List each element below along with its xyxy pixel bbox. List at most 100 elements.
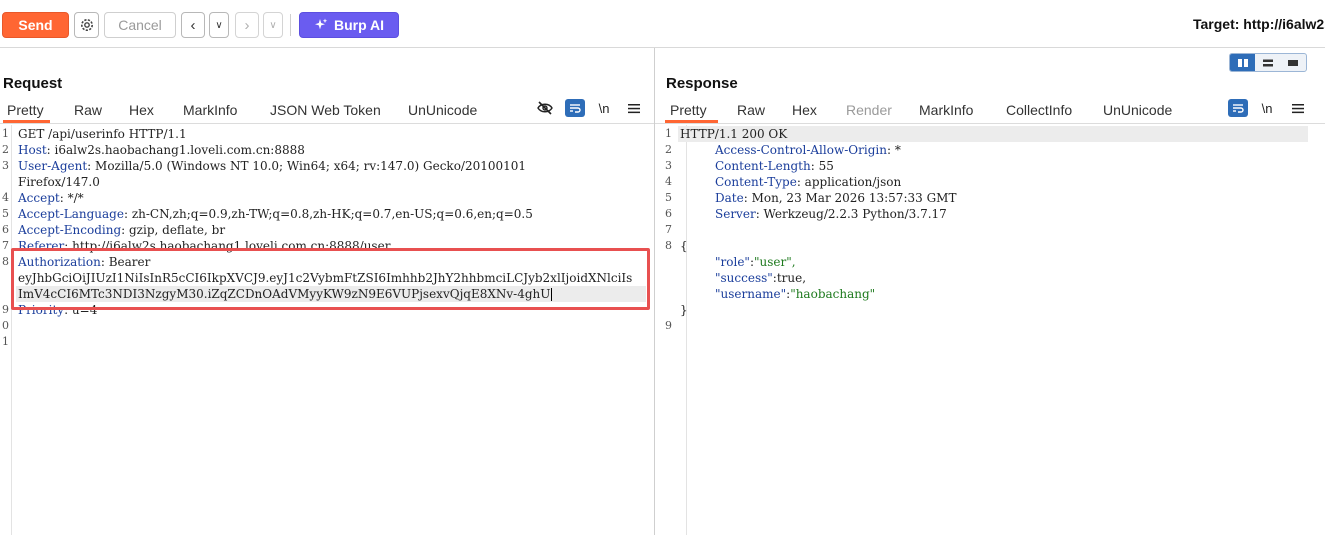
tab-ununicode[interactable]: UnUnicode	[1103, 100, 1172, 118]
line-number: 1	[2, 335, 9, 348]
json-string-value: "haobachang"	[790, 287, 876, 301]
request-editor[interactable]: 1 GET /api/userinfo HTTP/1.1 2 Host: i6alw2…	[0, 125, 654, 535]
chevron-down-icon: ∨	[215, 19, 223, 31]
gear-icon	[80, 19, 93, 31]
code-line: Date: Mon, 23 Mar 2026 13:57:33 GMT	[715, 191, 957, 205]
line-value: application/json	[804, 175, 902, 189]
cancel-button[interactable]: Cancel	[104, 12, 176, 38]
response-title: Response	[666, 75, 738, 92]
columns-icon	[1237, 58, 1248, 67]
hamburger-menu-icon	[628, 103, 640, 113]
json-key: "success"	[715, 271, 773, 285]
wrap-lines-icon	[570, 104, 581, 113]
header-name: User-Agent	[18, 159, 88, 173]
back-history-dropdown[interactable]: ∨	[209, 12, 229, 38]
tab-hex[interactable]: Hex	[129, 100, 154, 118]
chevron-right-icon: ›	[244, 16, 250, 34]
line-number: 3	[2, 159, 9, 172]
json-key: "role"	[715, 255, 750, 269]
authorization-highlight-box	[11, 248, 650, 310]
line-number: 6	[665, 207, 672, 220]
line-value: GET /api/userinfo HTTP/1.1	[18, 127, 187, 141]
tab-render[interactable]: Render	[846, 100, 892, 118]
response-editor[interactable]: 1 HTTP/1.1 200 OK 2 Access-Control-Allow-Or…	[655, 125, 1325, 535]
code-line: {	[680, 238, 688, 254]
send-button[interactable]: Send	[2, 12, 69, 38]
line-number: 1	[2, 127, 9, 140]
response-show-newlines-button[interactable]: \n	[1257, 99, 1277, 117]
header-name: Server	[715, 207, 756, 221]
layout-stacked-button[interactable]	[1255, 54, 1280, 71]
code-line: "role":"user",	[715, 255, 796, 269]
single-pane-icon	[1288, 59, 1299, 66]
toolbar: Send Cancel ‹ ∨ › ∨ Burp AI Target: http…	[0, 0, 1325, 48]
line-value: */*	[67, 191, 84, 205]
layout-toggle	[1229, 53, 1307, 72]
header-name: Access-Control-Allow-Origin	[715, 143, 887, 157]
layout-side-by-side-button[interactable]	[1230, 54, 1256, 71]
tab-raw[interactable]: Raw	[74, 100, 102, 118]
hamburger-menu-icon	[1292, 103, 1304, 113]
line-number: 9	[665, 319, 672, 332]
line-value: Firefox/147.0	[18, 175, 100, 189]
response-menu-button[interactable]	[1288, 99, 1308, 117]
toolbar-divider	[290, 14, 291, 36]
tab-markinfo[interactable]: MarkInfo	[183, 100, 237, 118]
request-tabs-rule	[0, 123, 654, 124]
line-number: 5	[2, 207, 9, 220]
response-tabs-rule	[655, 123, 1325, 124]
rows-icon	[1262, 59, 1273, 66]
line-number: 7	[665, 223, 672, 236]
line-number: 6	[2, 223, 9, 236]
tab-collectinfo[interactable]: CollectInfo	[1006, 100, 1072, 118]
header-name: Content-Length	[715, 159, 811, 173]
line-number: 3	[665, 159, 672, 172]
tab-pretty[interactable]: Pretty	[7, 100, 44, 118]
line-number: 1	[665, 127, 672, 140]
chevron-down-icon: ∨	[269, 19, 277, 31]
tab-pretty[interactable]: Pretty	[670, 100, 707, 118]
line-value: *	[894, 143, 901, 157]
code-line: Content-Length: 55	[715, 159, 834, 173]
json-string-value: "user",	[754, 255, 796, 269]
code-line: Firefox/147.0	[18, 174, 100, 190]
back-button[interactable]: ‹	[181, 12, 205, 38]
line-number: 0	[2, 319, 9, 332]
forward-button[interactable]: ›	[235, 12, 259, 38]
request-menu-button[interactable]	[624, 99, 644, 117]
code-line: Accept-Language: zh-CN,zh;q=0.9,zh-TW;q=…	[18, 207, 533, 221]
layout-tabs-button[interactable]	[1281, 54, 1306, 71]
request-wrap-lines-button[interactable]	[565, 99, 585, 117]
hide-nonprintable-button[interactable]	[535, 99, 555, 117]
forward-history-dropdown[interactable]: ∨	[263, 12, 283, 38]
response-wrap-lines-button[interactable]	[1228, 99, 1248, 117]
line-number: 4	[665, 175, 672, 188]
chevron-left-icon: ‹	[190, 16, 196, 34]
wrap-lines-icon	[1233, 104, 1244, 113]
json-key: "username"	[715, 287, 787, 301]
line-number: 8	[665, 239, 672, 252]
eye-slash-icon	[537, 101, 553, 115]
burp-ai-label: Burp AI	[333, 17, 385, 33]
response-gutter	[675, 125, 687, 535]
tab-raw[interactable]: Raw	[737, 100, 765, 118]
line-value: Werkzeug/2.2.3 Python/3.7.17	[763, 207, 947, 221]
settings-gear-button[interactable]	[74, 12, 99, 38]
line-value: HTTP/1.1 200 OK	[680, 127, 788, 141]
header-name: Accept	[18, 191, 60, 205]
code-line: }	[680, 302, 688, 318]
code-line: Host: i6alw2s.haobachang1.loveli.com.cn:…	[18, 143, 305, 157]
line-value: 55	[818, 159, 834, 173]
tab-hex[interactable]: Hex	[792, 100, 817, 118]
code-line: Access-Control-Allow-Origin: *	[715, 143, 901, 157]
code-line: Server: Werkzeug/2.2.3 Python/3.7.17	[715, 207, 947, 221]
tab-markinfo[interactable]: MarkInfo	[919, 100, 973, 118]
sparkle-icon	[314, 18, 328, 30]
tab-json-web-token[interactable]: JSON Web Token	[270, 100, 381, 118]
line-value: Mozilla/5.0 (Windows NT 10.0; Win64; x64…	[95, 159, 527, 173]
line-value: i6alw2s.haobachang1.loveli.com.cn:8888	[54, 143, 305, 157]
request-show-newlines-button[interactable]: \n	[594, 99, 614, 117]
burp-ai-button[interactable]: Burp AI	[299, 12, 399, 38]
tab-ununicode[interactable]: UnUnicode	[408, 100, 477, 118]
newline-label: \n	[1261, 100, 1273, 116]
